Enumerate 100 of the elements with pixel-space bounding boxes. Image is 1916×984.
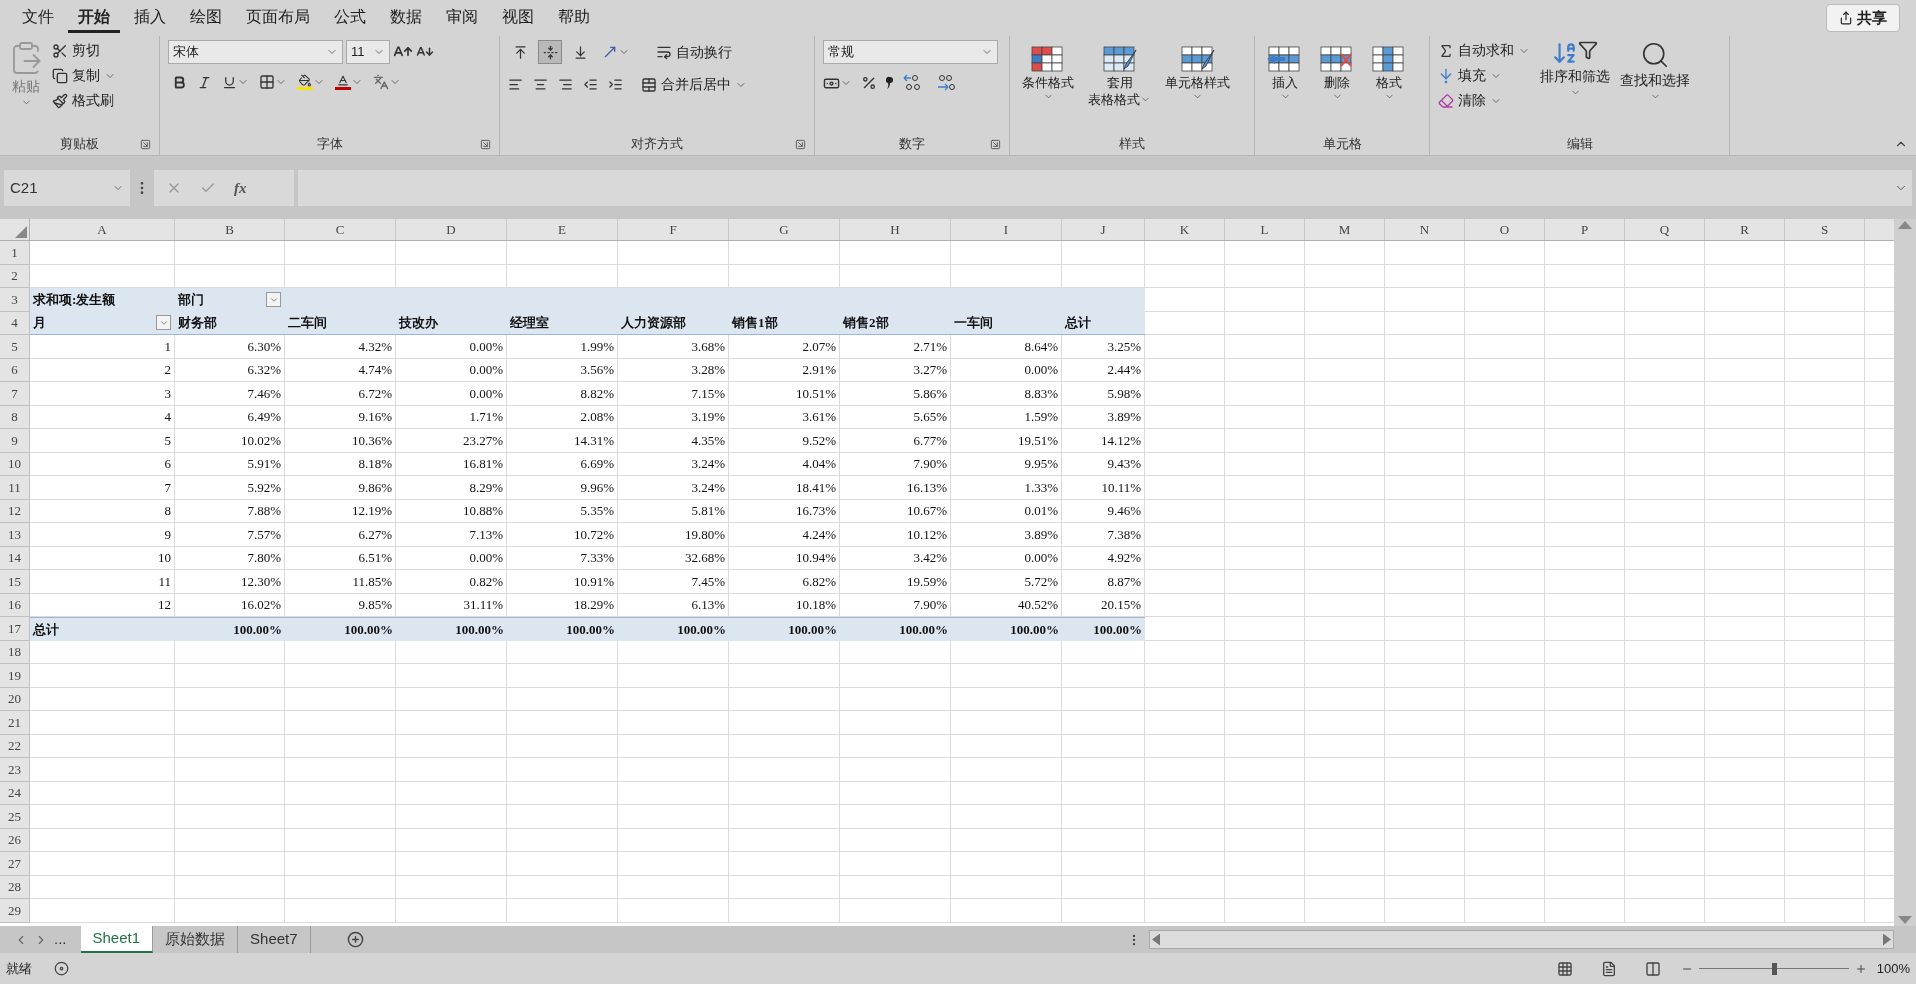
autosum-button[interactable]: 自动求和 <box>1438 40 1530 61</box>
formula-input[interactable] <box>298 170 1912 206</box>
normal-view-icon[interactable] <box>1556 960 1573 977</box>
insert-function-button[interactable]: fx <box>234 176 247 200</box>
menu-tab[interactable]: 视图 <box>492 3 544 33</box>
row-header[interactable]: 11 <box>0 476 30 500</box>
align-left-icon[interactable] <box>508 77 523 92</box>
merge-center-button[interactable]: 合并后居中 <box>641 74 747 95</box>
align-center-icon[interactable] <box>533 77 548 92</box>
row-header[interactable]: 14 <box>0 546 30 570</box>
vertical-scrollbar[interactable] <box>1894 219 1916 926</box>
row-header[interactable]: 13 <box>0 523 30 547</box>
row-header[interactable]: 26 <box>0 828 30 852</box>
middle-align-button[interactable] <box>538 40 562 64</box>
ribbon-button[interactable]: 套用 表格格式 <box>1084 44 1155 108</box>
menu-tab[interactable]: 数据 <box>380 3 432 33</box>
column-header[interactable]: I <box>951 219 1062 240</box>
row-header[interactable]: 28 <box>0 875 30 899</box>
fill-button[interactable]: 填充 <box>1438 65 1530 86</box>
row-header[interactable]: 5 <box>0 335 30 359</box>
column-header[interactable]: A <box>30 219 175 240</box>
row-header[interactable]: 21 <box>0 711 30 735</box>
row-header[interactable]: 8 <box>0 405 30 429</box>
page-break-icon[interactable] <box>1644 960 1661 977</box>
column-header[interactable]: J <box>1062 219 1145 240</box>
column-header[interactable]: P <box>1545 219 1625 240</box>
column-header[interactable]: B <box>175 219 285 240</box>
ribbon-button[interactable]: 条件格式 <box>1018 44 1078 108</box>
menu-tab[interactable]: 审阅 <box>436 3 488 33</box>
menu-tab[interactable]: 文件 <box>12 3 64 33</box>
find-select-button[interactable]: 查找和选择 <box>1620 40 1690 111</box>
ribbon-button[interactable]: 插入 <box>1263 44 1307 102</box>
menu-tab[interactable]: 帮助 <box>548 3 600 33</box>
menu-tab[interactable]: 公式 <box>324 3 376 33</box>
row-header[interactable]: 23 <box>0 758 30 782</box>
record-icon[interactable] <box>54 961 69 976</box>
increase-indent-icon[interactable] <box>608 77 623 92</box>
column-header[interactable]: M <box>1305 219 1385 240</box>
italic-icon[interactable] <box>197 74 212 90</box>
number-format-dropdown[interactable]: 常规 <box>823 40 998 64</box>
name-box[interactable]: C21 <box>4 170 130 206</box>
filter-dropdown[interactable] <box>266 292 281 308</box>
bold-icon[interactable] <box>172 74 187 90</box>
dialog-launcher-icon[interactable] <box>480 138 491 150</box>
row-header[interactable]: 19 <box>0 664 30 688</box>
column-header[interactable]: R <box>1705 219 1785 240</box>
format-painter-button[interactable]: 格式刷 <box>52 90 116 111</box>
font-name-dropdown[interactable]: 宋体 <box>168 40 343 64</box>
row-header[interactable]: 16 <box>0 593 30 617</box>
dialog-launcher-icon[interactable] <box>140 138 151 150</box>
column-header[interactable]: Q <box>1625 219 1705 240</box>
row-header[interactable]: 12 <box>0 499 30 523</box>
dialog-launcher-icon[interactable] <box>795 138 806 150</box>
column-header[interactable]: E <box>507 219 618 240</box>
row-header[interactable]: 6 <box>0 358 30 382</box>
add-sheet-icon[interactable] <box>346 931 364 948</box>
zoom-slider-thumb[interactable] <box>1771 962 1777 975</box>
ribbon-button[interactable]: 格式 <box>1367 44 1411 102</box>
column-header[interactable]: F <box>618 219 729 240</box>
row-header[interactable]: 18 <box>0 640 30 664</box>
row-header[interactable]: 10 <box>0 452 30 476</box>
column-header[interactable]: O <box>1465 219 1545 240</box>
row-header[interactable]: 9 <box>0 429 30 453</box>
row-header[interactable]: 17 <box>0 617 30 641</box>
dialog-launcher-icon[interactable] <box>990 138 1001 150</box>
font-size-dropdown[interactable]: 11 <box>346 40 390 64</box>
column-header[interactable]: G <box>729 219 840 240</box>
clear-button[interactable]: 清除 <box>1438 90 1530 111</box>
borders-icon[interactable] <box>259 74 275 90</box>
row-header[interactable]: 27 <box>0 852 30 876</box>
sheet-tab[interactable]: Sheet1 <box>80 926 154 953</box>
row-header[interactable]: 4 <box>0 311 30 335</box>
column-header[interactable]: C <box>285 219 396 240</box>
menu-tab[interactable]: 开始 <box>68 3 120 33</box>
row-header[interactable]: 1 <box>0 241 30 265</box>
ribbon-button[interactable]: 删除 <box>1315 44 1359 102</box>
copy-button[interactable]: 复制 <box>52 65 116 86</box>
underline-icon[interactable] <box>222 74 237 90</box>
comma-style-icon[interactable] <box>886 76 894 90</box>
row-header[interactable]: 24 <box>0 781 30 805</box>
column-header[interactable]: K <box>1145 219 1225 240</box>
phonetic-icon[interactable] <box>373 74 389 90</box>
fill-color-icon[interactable] <box>297 74 313 90</box>
cut-button[interactable]: 剪切 <box>52 40 116 61</box>
share-button[interactable]: 共享 <box>1826 4 1900 32</box>
column-header[interactable]: D <box>396 219 507 240</box>
column-header[interactable]: N <box>1385 219 1465 240</box>
menu-tab[interactable]: 插入 <box>124 3 176 33</box>
row-header[interactable]: 29 <box>0 899 30 923</box>
select-all-icon[interactable] <box>15 226 27 238</box>
ribbon-button[interactable]: 单元格样式 <box>1161 44 1234 108</box>
wrap-text-button[interactable]: 自动换行 <box>656 41 732 63</box>
row-header[interactable]: 2 <box>0 264 30 288</box>
percent-icon[interactable] <box>861 75 877 91</box>
menu-tab[interactable]: 页面布局 <box>236 3 320 33</box>
column-header[interactable]: L <box>1225 219 1305 240</box>
column-header[interactable]: S <box>1785 219 1865 240</box>
row-header[interactable]: 15 <box>0 570 30 594</box>
page-layout-icon[interactable] <box>1600 960 1617 977</box>
zoom-in-icon[interactable] <box>1854 962 1867 975</box>
